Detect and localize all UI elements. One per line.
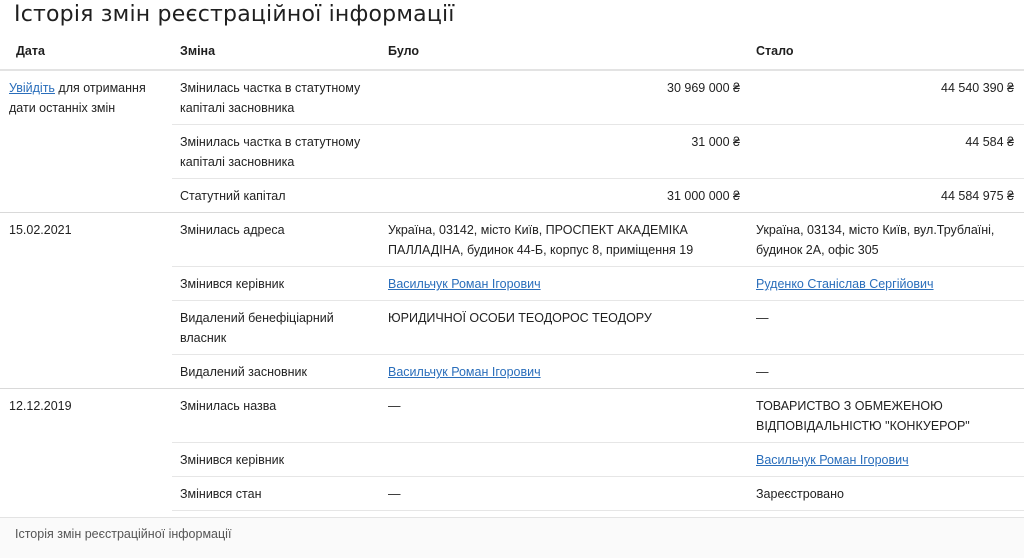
was-cell: Україна, 03142, місто Київ, ПРОСПЕКТ АКА… xyxy=(380,212,748,267)
table-header-row: Дата Зміна Було Стало xyxy=(0,34,1024,71)
was-cell: — xyxy=(380,388,748,443)
column-header-was: Було xyxy=(380,34,748,71)
date-cell: 15.02.2021 xyxy=(0,212,172,389)
history-table: Дата Зміна Було Стало Увійдіть для отрим… xyxy=(0,34,1024,545)
was-cell: ЮРИДИЧНОЇ ОСОБИ ТЕОДОРОС ТЕОДОРУ xyxy=(380,300,748,355)
person-link[interactable]: Васильчук Роман Ігорович xyxy=(388,365,541,379)
change-cell: Видалений бенефіціарний власник xyxy=(172,300,380,355)
was-cell xyxy=(380,442,748,477)
page-title: Історія змін реєстраційної інформації xyxy=(14,2,455,27)
now-cell: ТОВАРИСТВО З ОБМЕЖЕНОЮ ВІДПОВІДАЛЬНІСТЮ … xyxy=(748,388,1024,443)
now-cell: — xyxy=(748,354,1024,389)
change-cell: Змінилась адреса xyxy=(172,212,380,267)
now-cell: Зареєстровано xyxy=(748,476,1024,511)
change-cell: Змінилась частка в статутному капіталі з… xyxy=(172,70,380,125)
date-cell-login-prompt: Увійдіть для отримання дати останніх змі… xyxy=(0,70,172,213)
column-header-change: Зміна xyxy=(172,34,380,71)
table-row: Увійдіть для отримання дати останніх змі… xyxy=(0,70,1024,213)
was-cell: — xyxy=(380,476,748,511)
change-cell: Змінилась назва xyxy=(172,388,380,443)
change-cell: Статутний капітал xyxy=(172,178,380,213)
login-link[interactable]: Увійдіть xyxy=(9,81,55,95)
person-link[interactable]: Васильчук Роман Ігорович xyxy=(388,277,541,291)
person-link[interactable]: Васильчук Роман Ігорович xyxy=(756,453,909,467)
was-cell: 31 000 000 ₴ xyxy=(380,178,748,213)
change-cell: Змінився керівник xyxy=(172,442,380,477)
change-cell: Видалений засновник xyxy=(172,354,380,389)
footer-caption: Історія змін реєстраційної інформації xyxy=(15,527,232,541)
person-link[interactable]: Руденко Станіслав Сергійович xyxy=(756,277,934,291)
now-cell: 44 584 975 ₴ xyxy=(748,178,1024,213)
table-row: 15.02.2021 Змінилась адреса Україна, 031… xyxy=(0,212,1024,389)
was-cell: 30 969 000 ₴ xyxy=(380,70,748,125)
table-row: 12.12.2019 Змінилась назва — ТОВАРИСТВО … xyxy=(0,388,1024,443)
now-cell: — xyxy=(748,300,1024,355)
was-cell: 31 000 ₴ xyxy=(380,124,748,179)
table-footer: Історія змін реєстраційної інформації xyxy=(0,517,1024,558)
column-header-now: Стало xyxy=(748,34,1024,71)
change-cell: Змінився стан xyxy=(172,476,380,511)
now-cell: Україна, 03134, місто Київ, вул.Трублаїн… xyxy=(748,212,1024,267)
now-cell: 44 584 ₴ xyxy=(748,124,1024,179)
change-cell: Змінилась частка в статутному капіталі з… xyxy=(172,124,380,179)
column-header-date: Дата xyxy=(0,34,172,71)
now-cell: 44 540 390 ₴ xyxy=(748,70,1024,125)
change-cell: Змінився керівник xyxy=(172,266,380,301)
